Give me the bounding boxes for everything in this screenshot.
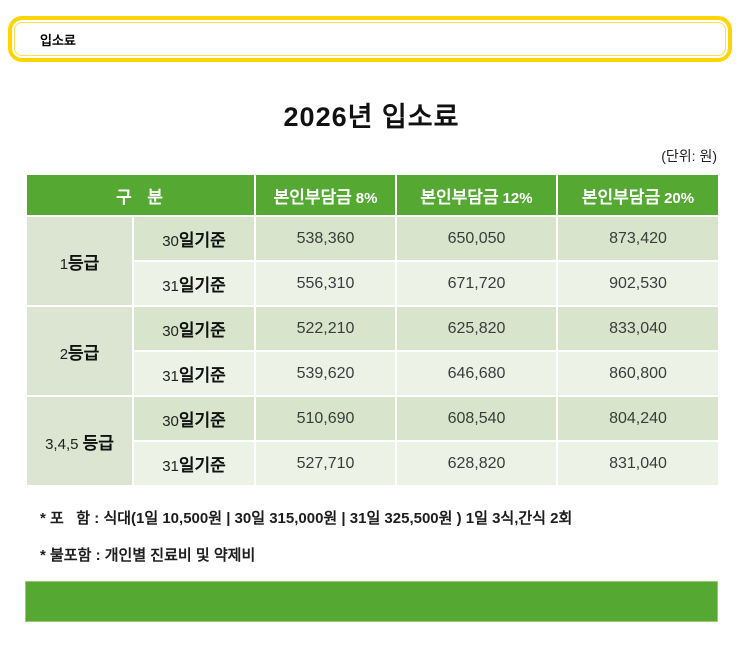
day-label: 일기준	[179, 456, 226, 475]
header-col-12pct: 본인부담금 12%	[396, 174, 557, 216]
day-prefix: 31	[162, 278, 179, 295]
day-prefix: 30	[162, 323, 179, 340]
day-prefix: 30	[162, 413, 179, 430]
fee-cell: 804,240	[557, 396, 719, 441]
day-label: 일기준	[179, 366, 226, 385]
day-basis-cell: 31일기준	[133, 261, 255, 306]
footnote-included: * 포 함 : 식대(1일 10,500원 | 30일 315,000원 | 3…	[40, 507, 572, 528]
fee-cell: 527,710	[255, 441, 396, 486]
fee-cell: 522,210	[255, 306, 396, 351]
day-label: 일기준	[179, 231, 226, 250]
day-prefix: 31	[162, 368, 179, 385]
fee-cell: 510,690	[255, 396, 396, 441]
fee-cell: 538,360	[255, 216, 396, 261]
fee-cell: 628,820	[396, 441, 557, 486]
table-row-grade345-30: 3,4,5 등급 30일기준 510,690 608,540 804,240	[26, 396, 719, 441]
header-col-20pct-label: 본인부담금	[582, 188, 660, 207]
header-col-20pct: 본인부담금20%	[557, 174, 719, 216]
fee-cell: 860,800	[557, 351, 719, 396]
grade-label: 등급	[68, 344, 99, 363]
day-basis-cell: 31일기준	[133, 351, 255, 396]
day-prefix: 30	[162, 233, 179, 250]
fee-cell: 646,680	[396, 351, 557, 396]
grade-label: 등급	[83, 434, 114, 453]
day-basis-cell: 30일기준	[133, 216, 255, 261]
header-col-20pct-value: 20%	[664, 190, 694, 207]
day-label: 일기준	[179, 276, 226, 295]
header-col-8pct-label: 본인부담금	[274, 188, 352, 207]
day-basis-cell: 30일기준	[133, 396, 255, 441]
fee-cell: 539,620	[255, 351, 396, 396]
fee-cell: 650,050	[396, 216, 557, 261]
benefit-banner: 국민기초생활수급자 : 본인부담금 0%	[25, 581, 718, 622]
grade-label: 등급	[68, 254, 99, 273]
unit-note: (단위: 원)	[661, 146, 717, 166]
header-category: 구 분	[26, 174, 255, 216]
section-tab-label: 입소료	[40, 30, 76, 49]
grade-prefix: 1	[60, 256, 68, 273]
grade-cell-2: 2등급	[26, 306, 133, 396]
grade-prefix: 3,4,5	[45, 436, 83, 453]
fee-cell: 608,540	[396, 396, 557, 441]
day-label: 일기준	[179, 321, 226, 340]
grade-cell-345: 3,4,5 등급	[26, 396, 133, 486]
fee-cell: 625,820	[396, 306, 557, 351]
day-basis-cell: 30일기준	[133, 306, 255, 351]
header-row: 구 분 본인부담금8% 본인부담금12% 본인부담금20%	[26, 174, 719, 216]
table-row-grade1-30: 1등급 30일기준 538,360 650,050 873,420	[26, 216, 719, 261]
fee-cell: 556,310	[255, 261, 396, 306]
fee-cell: 831,040	[557, 441, 719, 486]
fee-cell: 833,040	[557, 306, 719, 351]
day-basis-cell: 31일기준	[133, 441, 255, 486]
header-col-12pct-value: 12%	[503, 190, 533, 207]
grade-cell-1: 1등급	[26, 216, 133, 306]
fee-table: 구 분 본인부담금8% 본인부담금12% 본인부담금20% 1등급 30일기준 …	[25, 173, 720, 487]
grade-prefix: 2	[60, 346, 68, 363]
fee-cell: 671,720	[396, 261, 557, 306]
page-title: 2026년 입소료	[0, 95, 743, 134]
day-label: 일기준	[179, 411, 226, 430]
fee-cell: 902,530	[557, 261, 719, 306]
footnote-excluded: * 불포함 : 개인별 진료비 및 약제비	[40, 544, 255, 565]
header-col-12pct-label: 본인부담금	[420, 188, 498, 207]
header-col-8pct: 본인부담금8%	[255, 174, 396, 216]
fee-cell: 873,420	[557, 216, 719, 261]
header-col-8pct-value: 8%	[356, 190, 378, 207]
table-row-grade2-30: 2등급 30일기준 522,210 625,820 833,040	[26, 306, 719, 351]
section-tab[interactable]: 입소료	[8, 16, 732, 62]
day-prefix: 31	[162, 458, 179, 475]
